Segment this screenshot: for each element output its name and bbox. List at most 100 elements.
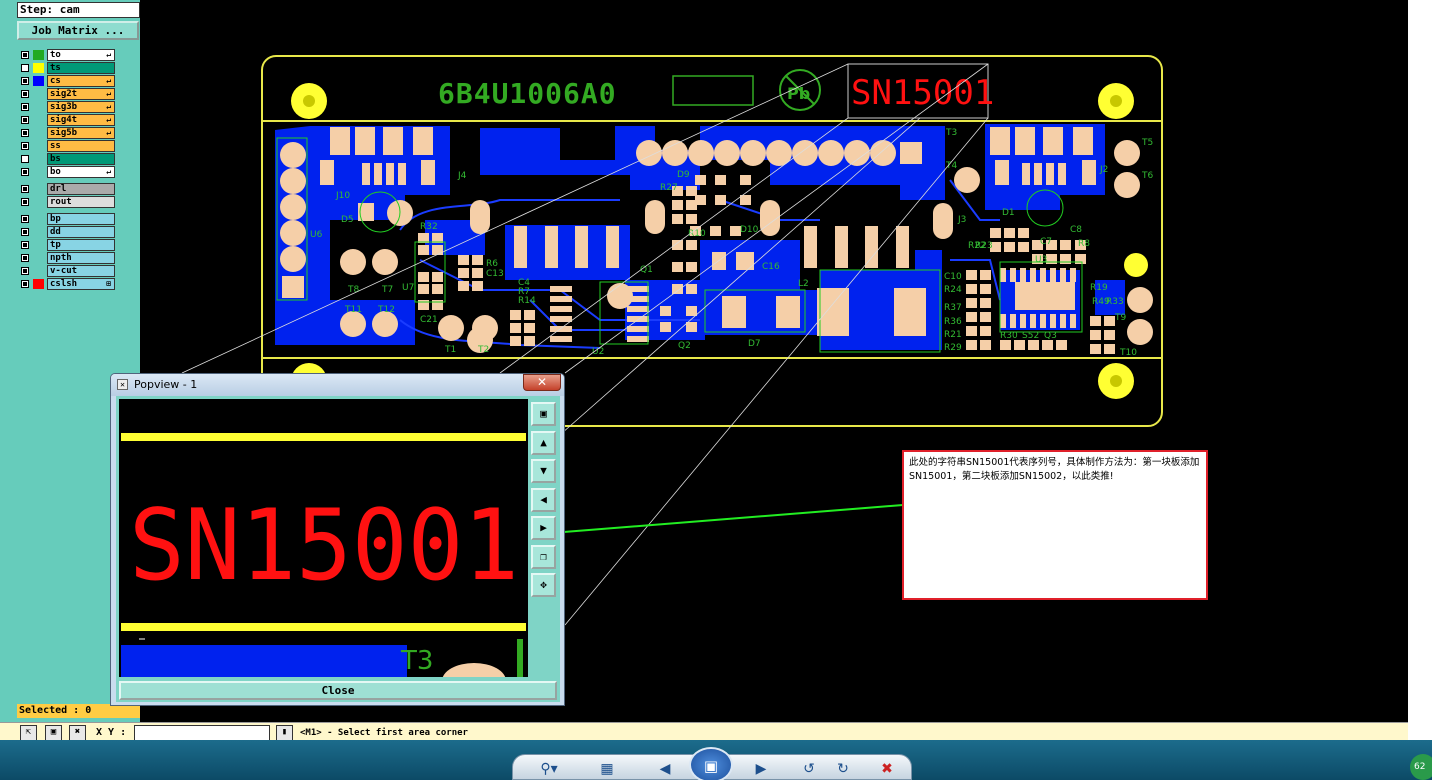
layer-color-swatch[interactable] — [33, 197, 44, 207]
layer-color-swatch[interactable] — [33, 154, 44, 164]
layer-color-swatch[interactable] — [33, 167, 44, 177]
layer-name[interactable]: sig2t ↵ — [47, 88, 115, 100]
pan-left-icon[interactable]: ◀ — [531, 487, 556, 512]
layer-name[interactable]: v-cut — [47, 265, 115, 277]
mode-icon[interactable]: ▮ — [276, 725, 293, 741]
layer-checkbox[interactable] — [21, 129, 29, 137]
layer-color-swatch[interactable] — [33, 214, 44, 224]
layer-name[interactable]: cslsh ⊞ — [47, 278, 115, 290]
layer-name[interactable]: tp — [47, 239, 115, 251]
layer-checkbox[interactable] — [21, 267, 29, 275]
layer-name[interactable]: to ↵ — [47, 49, 115, 61]
pan-right-icon[interactable]: ▶ — [531, 516, 556, 540]
layer-name[interactable]: npth — [47, 252, 115, 264]
layer-checkbox[interactable] — [21, 64, 29, 72]
layer-checkbox[interactable] — [21, 90, 29, 98]
layer-color-swatch[interactable] — [33, 102, 44, 112]
layer-name[interactable]: sig5b ↵ — [47, 127, 115, 139]
layer-row-bp[interactable]: bp — [17, 213, 117, 225]
layer-color-swatch[interactable] — [33, 240, 44, 250]
popview-titlebar[interactable]: ✕ Popview - 1 ✕ — [111, 374, 564, 396]
layer-checkbox[interactable] — [21, 241, 29, 249]
layer-checkbox[interactable] — [21, 77, 29, 85]
popview-close-button[interactable]: Close — [119, 681, 557, 700]
layer-color-swatch[interactable] — [33, 266, 44, 276]
zoom-in-icon[interactable]: ▲ — [531, 430, 556, 455]
layer-name[interactable]: bs — [47, 153, 115, 165]
layer-color-swatch[interactable] — [33, 253, 44, 263]
layer-row-v-cut[interactable]: v-cut — [17, 265, 117, 277]
layer-checkbox[interactable] — [21, 215, 29, 223]
layer-name[interactable]: bp — [47, 213, 115, 225]
layer-checkbox[interactable] — [21, 280, 29, 288]
layer-name[interactable]: ss — [47, 140, 115, 152]
layer-name[interactable]: bo ↵ — [47, 166, 115, 178]
next-icon[interactable]: ▶ — [747, 759, 775, 779]
layer-name[interactable]: drl — [47, 183, 115, 195]
layer-row-tp[interactable]: tp — [17, 239, 117, 251]
layer-name[interactable]: cs ↵ — [47, 75, 115, 87]
layer-color-swatch[interactable] — [33, 89, 44, 99]
layer-checkbox[interactable] — [21, 185, 29, 193]
slideshow-icon[interactable]: ▣ — [689, 747, 733, 780]
zoom-out-icon[interactable]: ▼ — [531, 459, 556, 483]
job-matrix-button[interactable]: Job Matrix ... — [17, 21, 139, 40]
layer-checkbox[interactable] — [21, 168, 29, 176]
rotate-right-icon[interactable]: ↻ — [829, 759, 857, 779]
layer-color-swatch[interactable] — [33, 128, 44, 138]
refdes-label: R21 — [944, 330, 962, 340]
layer-row-sig3b[interactable]: sig3b ↵ — [17, 101, 117, 113]
layer-row-npth[interactable]: npth — [17, 252, 117, 264]
layer-row-drl[interactable]: drl — [17, 183, 117, 195]
delete-icon[interactable]: ✖ — [873, 759, 901, 779]
layer-row-sig4t[interactable]: sig4t ↵ — [17, 114, 117, 126]
layer-row-sig5b[interactable]: sig5b ↵ — [17, 127, 117, 139]
xy-coordinate-field[interactable] — [134, 725, 270, 741]
layer-color-swatch[interactable] — [33, 76, 44, 86]
layer-color-swatch[interactable] — [33, 184, 44, 194]
layer-row-bo[interactable]: bo ↵ — [17, 166, 117, 178]
popview-zoom-canvas[interactable]: T3 SN15001 — [119, 399, 528, 677]
layer-name[interactable]: sig3b ↵ — [47, 101, 115, 113]
layer-name[interactable]: sig4t ↵ — [47, 114, 115, 126]
layer-checkbox[interactable] — [21, 254, 29, 262]
layer-row-bs[interactable]: bs — [17, 153, 117, 165]
cross-icon[interactable]: ✖ — [69, 725, 86, 741]
zoom-fit-icon[interactable]: ▣ — [531, 402, 556, 426]
layer-color-swatch[interactable] — [33, 115, 44, 125]
layer-name[interactable]: rout — [47, 196, 115, 208]
layer-name[interactable]: dd — [47, 226, 115, 238]
layer-row-cslsh[interactable]: cslsh ⊞ — [17, 278, 117, 290]
popview-window[interactable]: ✕ Popview - 1 ✕ T3 SN15001 ▣ ▲ ▼ ◀ ▶ ❐ ✥ Cl — [110, 373, 565, 706]
layer-checkbox[interactable] — [21, 142, 29, 150]
through-hole-pad — [688, 140, 714, 166]
layer-row-sig2t[interactable]: sig2t ↵ — [17, 88, 117, 100]
layer-row-to[interactable]: to ↵ — [17, 49, 117, 61]
layer-color-swatch[interactable] — [33, 141, 44, 151]
layer-checkbox[interactable] — [21, 116, 29, 124]
layer-checkbox[interactable] — [21, 155, 29, 163]
select-arrow-icon[interactable]: ⇱ — [20, 725, 37, 741]
layer-row-cs[interactable]: cs ↵ — [17, 75, 117, 87]
fit-window-icon[interactable]: ▦ — [593, 759, 621, 779]
expand-icon[interactable]: ❐ — [531, 544, 556, 569]
layer-name[interactable]: ts — [47, 62, 115, 74]
previous-icon[interactable]: ◀ — [651, 759, 679, 779]
rotate-left-icon[interactable]: ↺ — [795, 759, 823, 779]
layer-row-dd[interactable]: dd — [17, 226, 117, 238]
layer-row-ts[interactable]: ts — [17, 62, 117, 74]
layer-color-swatch[interactable] — [33, 63, 44, 73]
layer-row-ss[interactable]: ss — [17, 140, 117, 152]
layer-color-swatch[interactable] — [33, 227, 44, 237]
layer-color-swatch[interactable] — [33, 279, 44, 289]
zoom-icon[interactable]: ⚲▾ — [535, 759, 563, 779]
layer-checkbox[interactable] — [21, 103, 29, 111]
layer-row-rout[interactable]: rout — [17, 196, 117, 208]
layer-color-swatch[interactable] — [33, 50, 44, 60]
layer-checkbox[interactable] — [21, 198, 29, 206]
close-icon[interactable]: ✕ — [523, 374, 561, 391]
center-icon[interactable]: ✥ — [531, 573, 556, 597]
layer-checkbox[interactable] — [21, 51, 29, 59]
select-box-icon[interactable]: ▣ — [45, 725, 62, 741]
layer-checkbox[interactable] — [21, 228, 29, 236]
